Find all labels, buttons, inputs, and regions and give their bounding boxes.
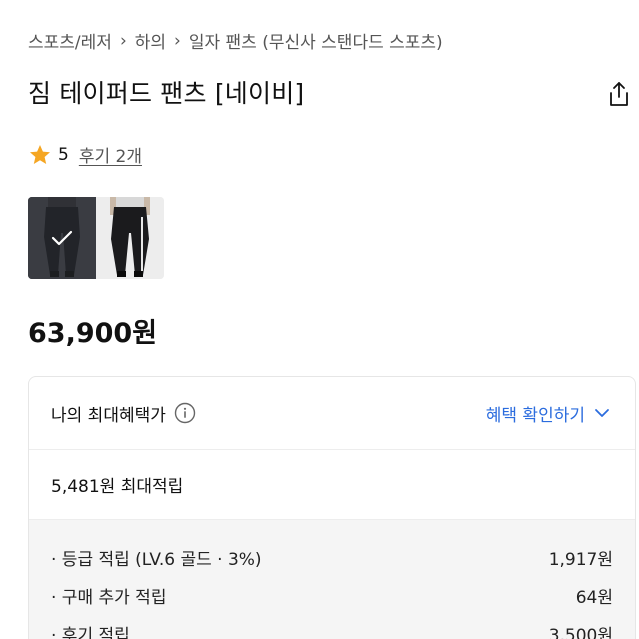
info-icon[interactable] xyxy=(174,402,196,424)
rating-score: 5 xyxy=(58,144,69,165)
benefit-heading: 나의 최대혜택가 xyxy=(51,405,166,426)
points-row-label: · 등급 적립 (LV.6 골드 · 3%) xyxy=(51,549,262,570)
benefit-check-link[interactable]: 혜택 확인하기 xyxy=(486,401,611,426)
benefit-card: 나의 최대혜택가 혜택 확인하기 5,481원 최대적립 · 등급 적립 (LV… xyxy=(28,376,636,639)
points-row: · 등급 적립 (LV.6 골드 · 3%) 1,917원 xyxy=(51,544,613,570)
thumbnail-strip xyxy=(28,197,164,279)
breadcrumb-item-straight-pants[interactable]: 일자 팬츠 (무신사 스탠다드 스포츠) xyxy=(189,28,443,53)
benefit-header: 나의 최대혜택가 혜택 확인하기 xyxy=(29,377,635,449)
thumbnail-navy[interactable] xyxy=(28,197,96,279)
breadcrumb-separator-icon: › xyxy=(174,30,181,51)
breadcrumb: 스포츠/레저 › 하의 › 일자 팬츠 (무신사 스탠다드 스포츠) xyxy=(28,28,443,54)
breadcrumb-separator-icon: › xyxy=(119,30,127,51)
check-icon xyxy=(51,230,73,246)
reviews-link[interactable]: 후기 2개 xyxy=(79,142,142,167)
product-price: 63,900원 xyxy=(28,318,158,349)
points-row-label: · 후기 적립 xyxy=(51,625,130,639)
points-row-value: 64원 xyxy=(575,587,613,608)
max-points-total: 5,481원 최대적립 xyxy=(51,476,184,497)
points-row: · 후기 적립 3,500원 xyxy=(51,620,613,639)
rating: 5 후기 2개 xyxy=(28,142,142,167)
benefit-heading-group: 나의 최대혜택가 xyxy=(51,401,196,426)
points-row: · 구매 추가 적립 64원 xyxy=(51,582,613,608)
chevron-down-icon xyxy=(595,409,609,417)
points-detail-panel: · 등급 적립 (LV.6 골드 · 3%) 1,917원 · 구매 추가 적립… xyxy=(29,519,635,639)
product-page: 스포츠/레저 › 하의 › 일자 팬츠 (무신사 스탠다드 스포츠) 짐 테이퍼… xyxy=(0,0,639,639)
points-row-value: 1,917원 xyxy=(548,549,613,570)
star-icon xyxy=(30,144,50,164)
thumbnail-black[interactable] xyxy=(96,197,164,279)
breadcrumb-item-sports[interactable]: 스포츠/레저 xyxy=(28,28,112,53)
benefit-link-label: 혜택 확인하기 xyxy=(485,405,585,426)
breadcrumb-item-bottoms[interactable]: 하의 xyxy=(135,28,166,53)
points-row-value: 3,500원 xyxy=(548,625,613,639)
points-row-label: · 구매 추가 적립 xyxy=(51,587,167,608)
share-icon xyxy=(610,82,628,106)
share-button[interactable] xyxy=(604,78,634,110)
model-image xyxy=(96,197,164,279)
product-title: 짐 테이퍼드 팬츠 [네이비] xyxy=(28,79,305,108)
selected-overlay xyxy=(28,197,96,279)
